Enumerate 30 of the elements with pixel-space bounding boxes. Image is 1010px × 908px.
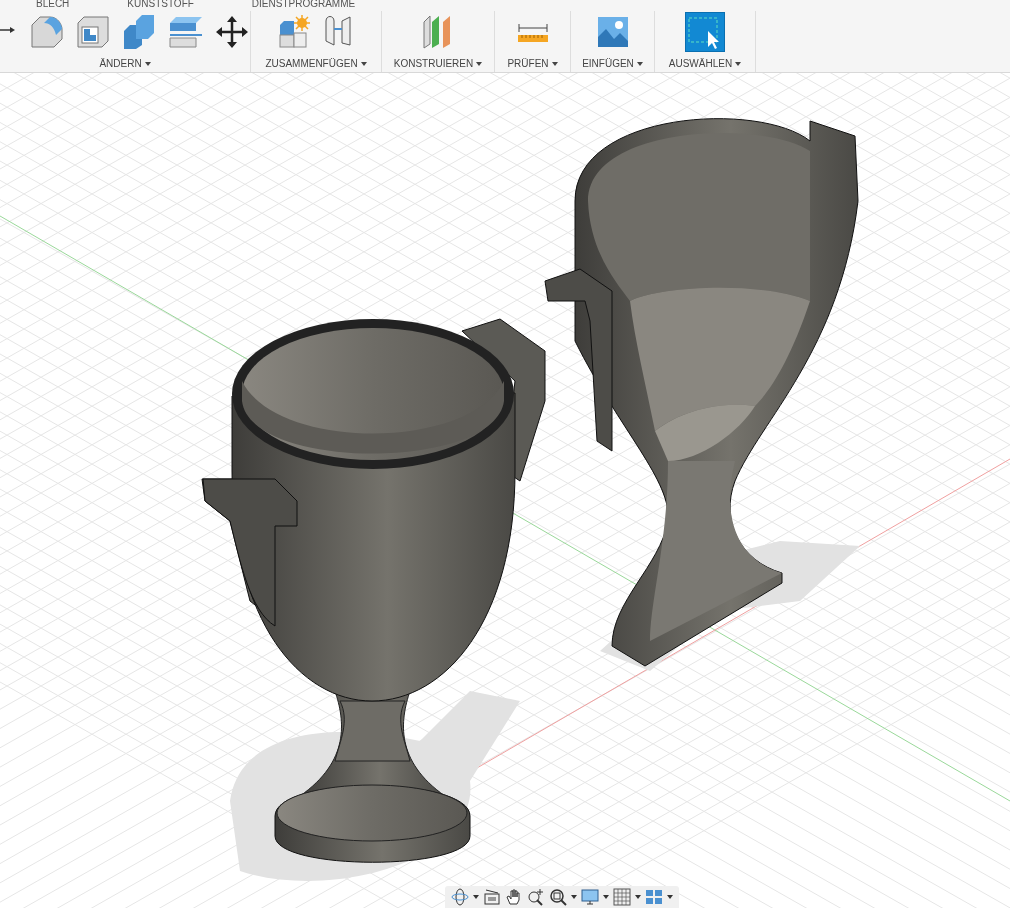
monitor-icon[interactable] <box>581 888 599 906</box>
group-menu-button[interactable]: EINFÜGEN <box>578 58 647 69</box>
caret-icon[interactable] <box>635 895 641 899</box>
orbit-icon[interactable] <box>451 888 469 906</box>
ruler-icon[interactable] <box>516 21 549 43</box>
caret-icon[interactable] <box>571 895 577 899</box>
group-menu-button[interactable]: AUSWÄHLEN <box>664 58 746 69</box>
caret-icon[interactable] <box>603 895 609 899</box>
ribbon-tab[interactable]: BLECH <box>36 0 70 9</box>
group-menu-button[interactable]: ÄNDERN <box>95 58 155 69</box>
hinge-icon[interactable] <box>322 15 354 49</box>
fillet-block-icon[interactable] <box>30 15 64 49</box>
hand-icon[interactable] <box>505 888 523 906</box>
ribbon-tab[interactable]: DIENSTPROGRAMME <box>251 0 356 9</box>
layered-block-icon[interactable] <box>168 15 204 49</box>
group-menu-button[interactable]: ZUSAMMENFÜGEN <box>261 58 371 69</box>
caret-icon[interactable] <box>667 895 673 899</box>
move-icon[interactable] <box>216 16 248 48</box>
hollow-box-icon[interactable] <box>76 15 110 49</box>
zoom-icon[interactable] <box>527 888 545 906</box>
image-icon[interactable] <box>597 17 628 47</box>
stacked-cubes-icon[interactable] <box>122 15 156 49</box>
zoom-window-icon[interactable] <box>549 888 567 906</box>
selection-cursor-icon[interactable] <box>686 13 724 51</box>
caret-icon[interactable] <box>473 895 479 899</box>
group-menu-button[interactable]: KONSTRUIEREN <box>389 58 487 69</box>
look-at-icon[interactable] <box>483 888 501 906</box>
joint-cubes-icon[interactable] <box>278 15 310 49</box>
group-menu-button[interactable]: PRÜFEN <box>503 58 562 69</box>
ribbon-tab[interactable]: KUNSTSTOFF <box>127 0 194 9</box>
